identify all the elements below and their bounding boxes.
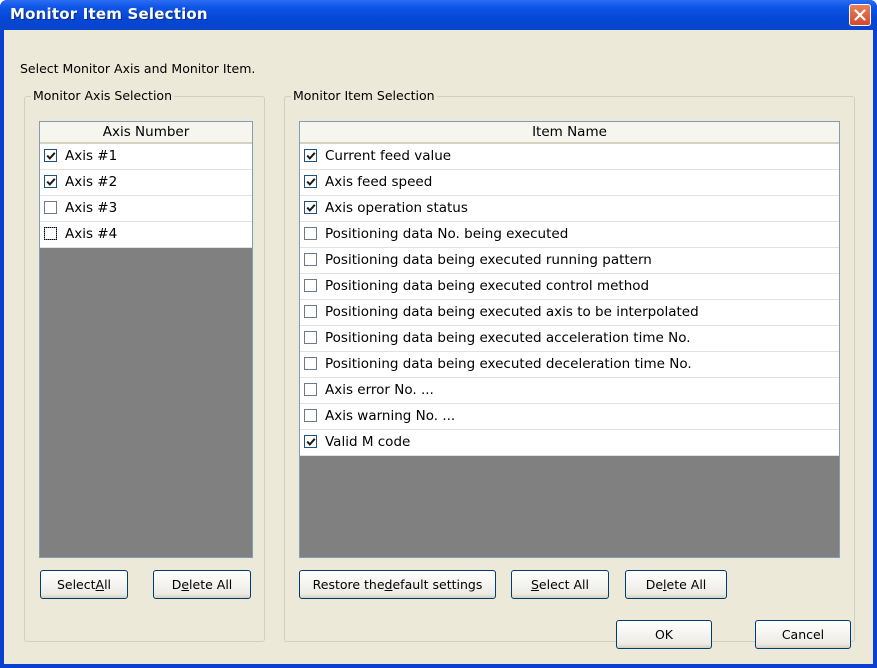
checkbox-checked[interactable] xyxy=(304,175,317,188)
list-item[interactable]: Positioning data being executed decelera… xyxy=(300,352,839,378)
item-name-column-header[interactable]: Item Name xyxy=(300,122,839,144)
list-item-label: Current feed value xyxy=(325,148,452,164)
checkbox-unchecked[interactable] xyxy=(304,227,317,240)
list-item[interactable]: Positioning data being executed running … xyxy=(300,248,839,274)
axis-delete-all-button[interactable]: De lete All xyxy=(153,570,251,599)
axis-selection-group: Monitor Axis Selection Axis Number Axis … xyxy=(24,88,265,642)
list-item[interactable]: Valid M code xyxy=(300,430,839,456)
close-icon xyxy=(854,9,866,21)
checkmark-icon xyxy=(306,204,316,212)
list-item[interactable]: Axis #3 xyxy=(40,196,252,222)
list-item[interactable]: Positioning data being executed axis to … xyxy=(300,300,839,326)
list-item-label: Axis operation status xyxy=(325,200,468,216)
list-item[interactable]: Positioning data being executed control … xyxy=(300,274,839,300)
checkmark-icon xyxy=(46,152,56,160)
list-item[interactable]: Axis #2 xyxy=(40,170,252,196)
checkbox-unchecked[interactable] xyxy=(304,383,317,396)
list-item-label: Axis error No. ... xyxy=(325,382,434,398)
item-group-legend: Monitor Item Selection xyxy=(291,88,437,103)
checkbox-checked[interactable] xyxy=(304,149,317,162)
list-item-label: Positioning data being executed control … xyxy=(325,278,650,294)
checkbox-checked[interactable] xyxy=(304,435,317,448)
list-item-label: Axis warning No. ... xyxy=(325,408,456,424)
ok-button[interactable]: OK xyxy=(616,620,712,649)
list-item-label: Positioning data No. being executed xyxy=(325,226,569,242)
window-title: Monitor Item Selection xyxy=(10,5,208,23)
checkbox-unchecked[interactable] xyxy=(44,227,57,240)
dialog-body: Select Monitor Axis and Monitor Item. Mo… xyxy=(4,30,873,664)
list-item-label: Axis #1 xyxy=(65,148,118,164)
list-item[interactable]: Axis feed speed xyxy=(300,170,839,196)
instruction-text: Select Monitor Axis and Monitor Item. xyxy=(20,61,256,76)
list-item[interactable]: Axis warning No. ... xyxy=(300,404,839,430)
restore-defaults-button[interactable]: Restore the d efault settings xyxy=(299,570,496,599)
axis-list[interactable]: Axis Number Axis #1 Axis #2 Axis #3 Axis #4 xyxy=(39,121,253,558)
list-item-label: Axis #4 xyxy=(65,226,118,242)
axis-number-column-header[interactable]: Axis Number xyxy=(40,122,252,144)
checkbox-checked[interactable] xyxy=(304,201,317,214)
item-delete-all-button[interactable]: De l ete All xyxy=(625,570,727,599)
list-item[interactable]: Axis #4 xyxy=(40,222,252,248)
axis-select-all-button[interactable]: Select All xyxy=(40,570,128,599)
list-item[interactable]: Positioning data being executed accelera… xyxy=(300,326,839,352)
list-item-label: Positioning data being executed running … xyxy=(325,252,652,268)
close-button[interactable] xyxy=(849,4,871,26)
item-list[interactable]: Item Name Current feed value Axis feed sp… xyxy=(299,121,840,558)
checkbox-unchecked[interactable] xyxy=(304,409,317,422)
axis-group-legend: Monitor Axis Selection xyxy=(31,88,175,103)
checkbox-unchecked[interactable] xyxy=(304,253,317,266)
checkbox-unchecked[interactable] xyxy=(304,331,317,344)
list-item-label: Positioning data being executed axis to … xyxy=(325,304,699,320)
checkbox-unchecked[interactable] xyxy=(304,357,317,370)
list-item-label: Axis #2 xyxy=(65,174,118,190)
checkbox-unchecked[interactable] xyxy=(44,201,57,214)
list-item[interactable]: Axis #1 xyxy=(40,144,252,170)
checkmark-icon xyxy=(306,152,316,160)
list-item[interactable]: Positioning data No. being executed xyxy=(300,222,839,248)
checkmark-icon xyxy=(46,178,56,186)
list-item-label: Axis #3 xyxy=(65,200,118,216)
item-selection-group: Monitor Item Selection Item Name Current… xyxy=(284,88,855,642)
checkmark-icon xyxy=(306,438,316,446)
dialog-window: Monitor Item Selection Select Monitor Ax… xyxy=(0,0,877,668)
cancel-button[interactable]: Cancel xyxy=(755,620,851,649)
checkbox-unchecked[interactable] xyxy=(304,279,317,292)
checkbox-unchecked[interactable] xyxy=(304,305,317,318)
checkbox-checked[interactable] xyxy=(44,175,57,188)
checkbox-checked[interactable] xyxy=(44,149,57,162)
checkmark-icon xyxy=(306,178,316,186)
list-item[interactable]: Current feed value xyxy=(300,144,839,170)
item-select-all-button[interactable]: Select All xyxy=(511,570,609,599)
list-item-label: Valid M code xyxy=(325,434,411,450)
list-item[interactable]: Axis operation status xyxy=(300,196,839,222)
list-item-label: Axis feed speed xyxy=(325,174,433,190)
list-item-label: Positioning data being executed accelera… xyxy=(325,330,691,346)
list-item[interactable]: Axis error No. ... xyxy=(300,378,839,404)
list-item-label: Positioning data being executed decelera… xyxy=(325,356,692,372)
title-bar[interactable]: Monitor Item Selection xyxy=(0,0,877,30)
